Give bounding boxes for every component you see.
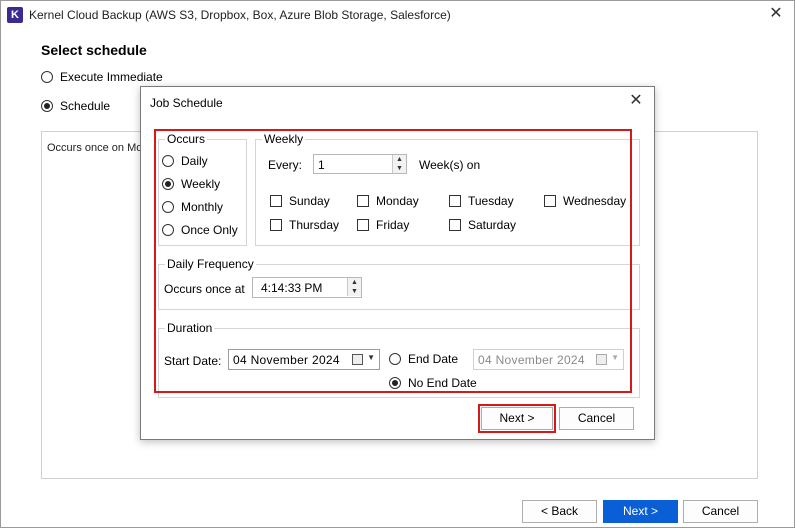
dialog-cancel-button[interactable]: Cancel xyxy=(559,407,634,430)
next-button[interactable]: Next > xyxy=(603,500,678,523)
schedule-option[interactable]: Schedule xyxy=(41,99,110,113)
execute-immediate-label: Execute Immediate xyxy=(60,70,163,84)
schedule-summary-text: Occurs once on Mo xyxy=(47,142,143,154)
cancel-button[interactable]: Cancel xyxy=(683,500,758,523)
app-logo-icon: K xyxy=(7,7,23,23)
back-button[interactable]: < Back xyxy=(522,500,597,523)
job-schedule-dialog: Job Schedule ✕ Occurs Daily Weekly Month… xyxy=(140,86,655,440)
title-bar: K Kernel Cloud Backup (AWS S3, Dropbox, … xyxy=(1,1,794,29)
schedule-label: Schedule xyxy=(60,99,111,113)
dialog-close-icon[interactable]: ✕ xyxy=(626,91,646,111)
execute-immediate-option[interactable]: Execute Immediate xyxy=(41,70,163,84)
schedule-radio[interactable] xyxy=(41,100,53,112)
window-title: Kernel Cloud Backup (AWS S3, Dropbox, Bo… xyxy=(29,8,451,22)
section-title: Select schedule xyxy=(41,42,147,58)
execute-immediate-radio[interactable] xyxy=(41,71,53,83)
window-close-icon[interactable]: ✕ xyxy=(766,4,786,24)
dialog-title: Job Schedule xyxy=(150,96,223,110)
settings-highlight-frame xyxy=(154,129,632,393)
next-button-highlight-frame xyxy=(478,404,556,433)
